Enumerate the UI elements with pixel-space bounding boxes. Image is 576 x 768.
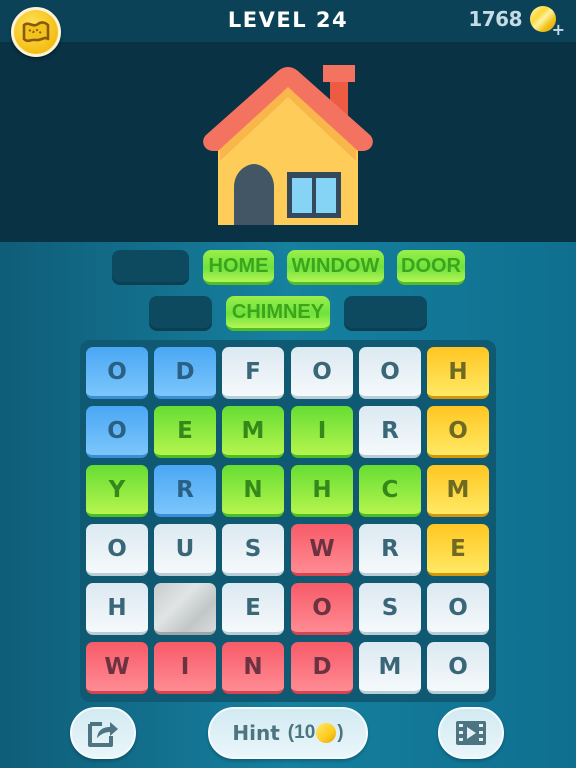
window-pane-left [292, 178, 312, 213]
hint-cost-open: (10 [287, 722, 316, 743]
letter-tile[interactable]: R [359, 524, 421, 576]
coin-balance[interactable]: 1768 + [468, 6, 565, 39]
coin-icon [316, 723, 337, 743]
door [234, 164, 274, 225]
hint-cost: (10 ) [288, 722, 344, 744]
map-button[interactable] [11, 7, 61, 57]
letter-tile[interactable]: O [86, 406, 148, 458]
letter-tile[interactable]: O [359, 347, 421, 399]
letter-tile[interactable]: N [222, 465, 284, 517]
letter-tile[interactable]: E [427, 524, 489, 576]
share-icon [88, 722, 118, 747]
letter-tile[interactable]: D [291, 642, 353, 694]
letter-tile[interactable]: C [359, 465, 421, 517]
watch-video-button[interactable] [438, 707, 504, 759]
letter-tile[interactable]: W [291, 524, 353, 576]
letter-tile[interactable]: Y [86, 465, 148, 517]
letter-tile[interactable]: I [291, 406, 353, 458]
word-slot-empty [112, 250, 189, 285]
letter-tile[interactable]: H [86, 583, 148, 635]
letter-tile[interactable]: N [222, 642, 284, 694]
letter-tile[interactable]: S [222, 524, 284, 576]
letter-tile[interactable]: E [154, 406, 216, 458]
letter-tile[interactable]: H [427, 347, 489, 399]
letter-tile[interactable]: E [222, 583, 284, 635]
letter-tile[interactable]: O [427, 406, 489, 458]
house-icon [203, 65, 373, 225]
letter-tile[interactable]: R [154, 465, 216, 517]
treasure-map-icon [22, 21, 50, 43]
hint-label: Hint [232, 721, 280, 745]
word-slot-empty [344, 296, 427, 331]
video-icon [456, 721, 486, 745]
letter-tile[interactable]: D [154, 347, 216, 399]
letter-tile[interactable]: M [359, 642, 421, 694]
word-slot-home: HOME [203, 250, 274, 285]
letter-tile[interactable]: O [291, 347, 353, 399]
share-button[interactable] [70, 707, 136, 759]
chimney-top [323, 65, 355, 82]
word-slot-empty [149, 296, 212, 331]
letter-tile[interactable]: R [359, 406, 421, 458]
letter-tile[interactable]: O [291, 583, 353, 635]
letter-tile[interactable]: F [222, 347, 284, 399]
word-slot-chimney: CHIMNEY [226, 296, 330, 331]
plus-icon[interactable]: + [552, 20, 565, 39]
letter-tile[interactable]: H [291, 465, 353, 517]
hint-cost-close: ) [337, 722, 344, 743]
letter-tile[interactable]: U [154, 524, 216, 576]
hint-button[interactable]: Hint (10 ) [208, 707, 368, 759]
word-slot-door: DOOR [397, 250, 465, 285]
letter-tile[interactable]: O [427, 583, 489, 635]
letter-tile[interactable]: S [359, 583, 421, 635]
word-slot-window: WINDOW [287, 250, 384, 285]
coin-icon: + [530, 6, 565, 39]
stone-tile [154, 583, 216, 635]
coin-count: 1768 [468, 7, 522, 31]
letter-tile[interactable]: M [222, 406, 284, 458]
letter-tile[interactable]: O [86, 524, 148, 576]
letter-grid: ODFOOHOEMIROYRNHCMOUSWREHEOSOWINDMO [80, 340, 496, 702]
letter-tile[interactable]: O [427, 642, 489, 694]
letter-tile[interactable]: I [154, 642, 216, 694]
letter-tile[interactable]: M [427, 465, 489, 517]
window-pane-right [316, 178, 336, 213]
letter-tile[interactable]: W [86, 642, 148, 694]
letter-tile[interactable]: O [86, 347, 148, 399]
